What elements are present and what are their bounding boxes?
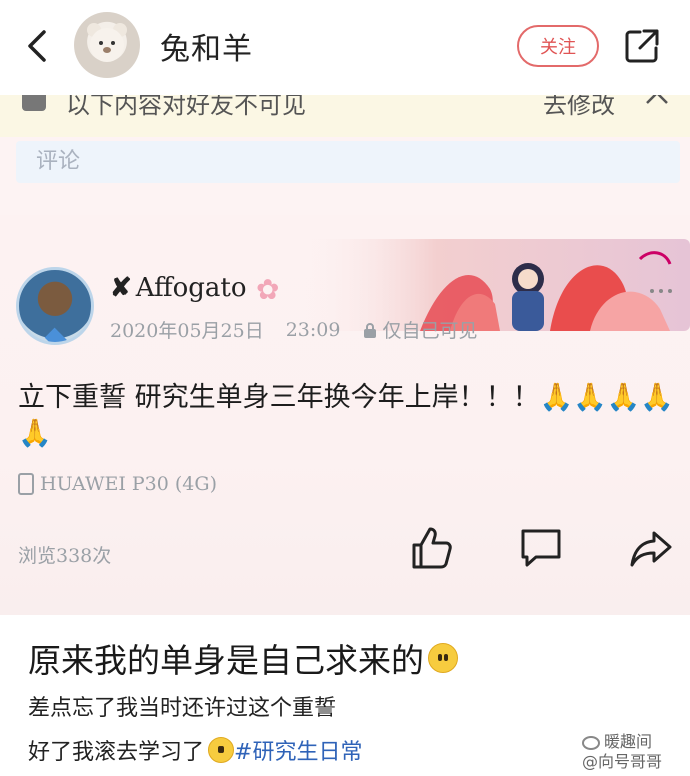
post-time: 23:09 <box>285 318 341 341</box>
visibility-notice: 以下内容对好友不可见 去修改 <box>0 95 690 137</box>
share-external-icon[interactable] <box>622 26 662 66</box>
caption-line-2-text: 好了我滚去学习了 <box>28 740 205 765</box>
caption-line-1-text: 差点忘了我当时还许过这个重誓 <box>28 696 337 721</box>
lock-icon <box>364 322 377 338</box>
follow-button[interactable]: 关注 <box>517 25 599 67</box>
comment-icon[interactable] <box>518 525 564 571</box>
post-date: 2020年05月25日 <box>110 320 264 342</box>
sakura-icon: ✿ <box>256 273 280 306</box>
watermark-line-2: @向号哥哥 <box>582 752 663 771</box>
view-count: 浏览338次 <box>18 545 112 567</box>
watermark-line-1: 暖趣间 <box>604 732 653 751</box>
caption-title-text: 原来我的单身是自己求来的 <box>28 641 424 680</box>
username[interactable]: ✘ Affogato <box>110 273 247 303</box>
profile-avatar[interactable] <box>74 12 140 78</box>
post-body: 立下重誓 研究生单身三年换今年上岸！！！🙏🙏🙏🙏🙏 <box>18 382 675 449</box>
comment-input[interactable]: 评论 <box>16 141 680 183</box>
device-info: HUAWEI P30 (4G) <box>18 473 217 495</box>
chevron-up-icon[interactable] <box>644 95 670 111</box>
caption-title: 原来我的单身是自己求来的 <box>28 634 458 682</box>
back-arrow-icon[interactable] <box>18 26 58 66</box>
badge-gem-icon <box>44 327 68 342</box>
bear-avatar-icon <box>87 23 127 62</box>
watermark: 暖趣间 @向号哥哥 <box>582 732 662 772</box>
weibo-icon <box>582 735 600 750</box>
username-text: Affogato <box>135 273 247 303</box>
visibility-text: 仅自己可见 <box>382 320 478 342</box>
page-title: 兔和羊 <box>160 32 253 67</box>
speechless-face-icon <box>208 737 235 763</box>
thumbs-up-icon[interactable] <box>408 525 454 571</box>
hashtag-link[interactable]: #研究生日常 <box>234 734 362 766</box>
phone-icon <box>18 473 34 495</box>
comment-section: 评论 <box>0 137 690 215</box>
post-card: ✘ Affogato ✿ 2020年05月25日 23:09 仅自己可见 立下重… <box>0 215 690 615</box>
post-meta: 2020年05月25日 23:09 仅自己可见 <box>110 316 478 343</box>
lock-icon <box>22 95 46 111</box>
x-mark-icon: ✘ <box>110 273 132 303</box>
caption-line-2: 好了我滚去学习了 #研究生日常 <box>28 734 362 766</box>
device-text: HUAWEI P30 (4G) <box>40 473 217 495</box>
edit-visibility-link[interactable]: 去修改 <box>543 95 615 120</box>
forward-icon[interactable] <box>628 525 674 571</box>
speechless-face-icon <box>428 643 458 673</box>
caption-line-1: 差点忘了我当时还许过这个重誓 <box>28 690 336 722</box>
visibility-indicator: 仅自己可见 <box>362 316 478 343</box>
user-avatar[interactable] <box>16 267 94 345</box>
notice-text: 以下内容对好友不可见 <box>66 95 306 119</box>
top-bar: 兔和羊 关注 <box>0 0 690 95</box>
